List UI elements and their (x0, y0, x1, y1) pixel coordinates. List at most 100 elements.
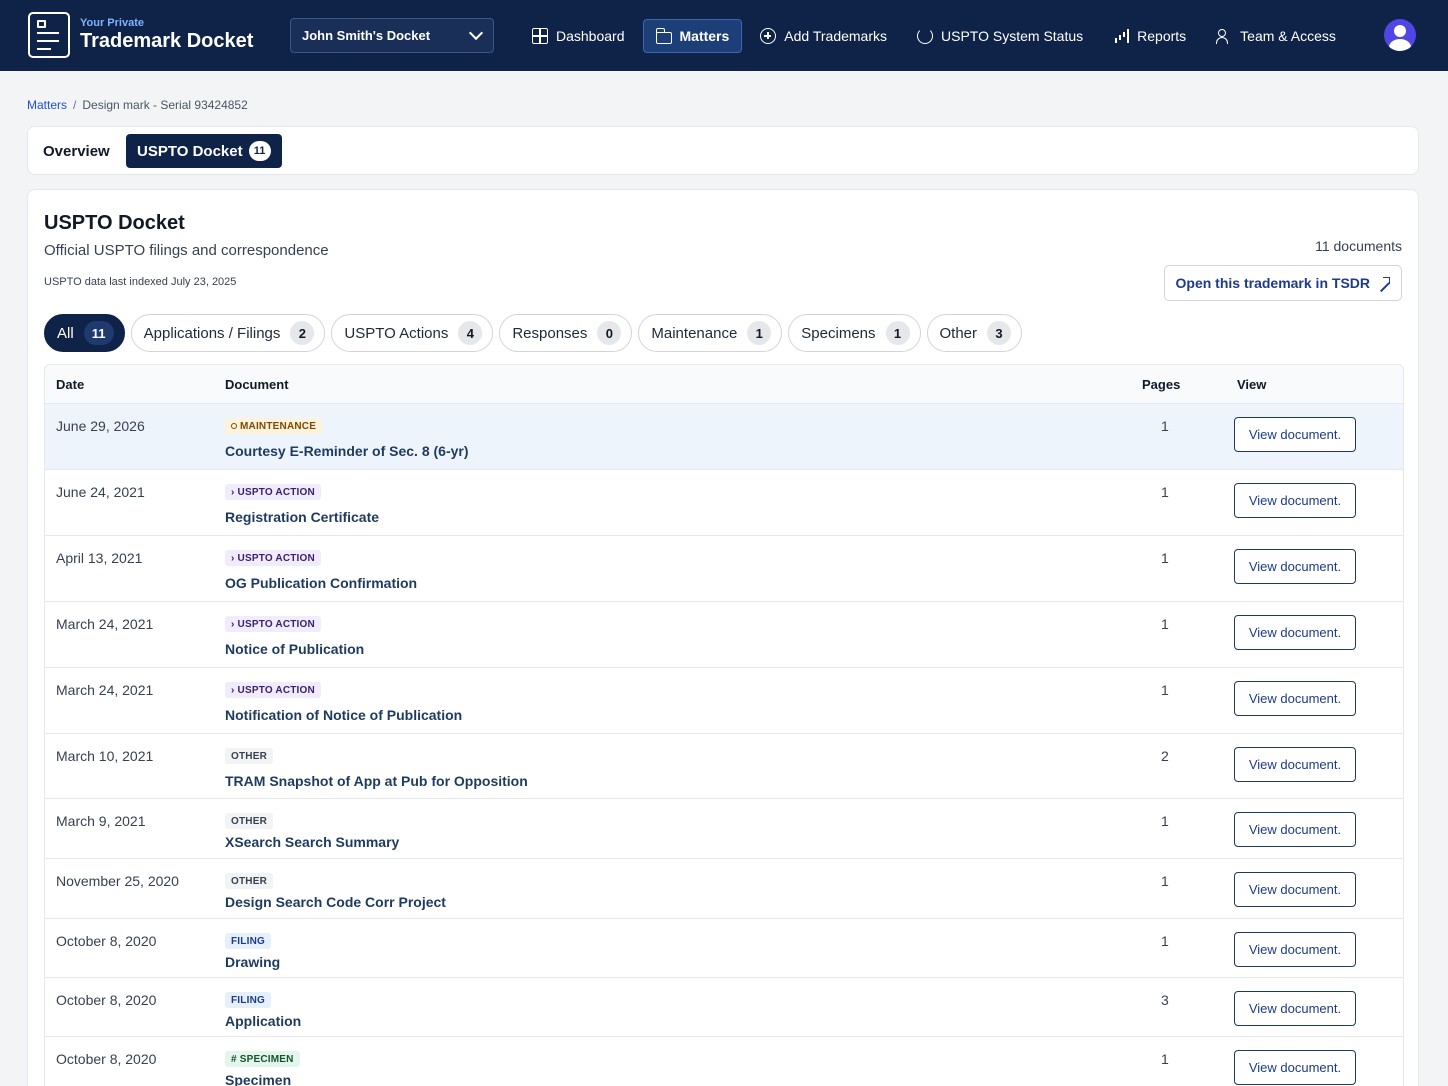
nav-matters[interactable]: Matters (642, 19, 743, 53)
docket-logo-icon (28, 12, 70, 58)
nav-add-trademarks-label: Add Trademarks (784, 28, 888, 44)
view-document-button[interactable]: View document. (1234, 872, 1356, 907)
breadcrumb: Matters / Design mark - Serial 93424852 (27, 98, 248, 112)
row-document-title: OG Publication Confirmation (225, 575, 418, 591)
filter-all[interactable]: All 11 (44, 314, 125, 352)
row-category-badge: OTHER (225, 873, 273, 889)
chevron-right-icon: › (231, 552, 235, 564)
row-category-badge: # SPECIMEN (225, 1051, 300, 1067)
brand-title: Trademark Docket (80, 30, 254, 52)
row-document-title: TRAM Snapshot of App at Pub for Oppositi… (225, 773, 528, 789)
filter-specimens[interactable]: Specimens 1 (788, 314, 921, 352)
row-category-badge: OTHER (225, 813, 273, 829)
filter-count: 4 (458, 321, 483, 345)
chevron-down-icon (468, 25, 484, 41)
view-document-button[interactable]: View document. (1234, 483, 1356, 518)
filter-maintenance[interactable]: Maintenance 1 (638, 314, 783, 352)
view-document-button[interactable]: View document. (1234, 812, 1356, 847)
breadcrumb-current: Design mark - Serial 93424852 (82, 98, 248, 112)
filter-label: Maintenance (651, 324, 738, 342)
matter-tabs: Overview USPTO Docket 11 (27, 126, 1419, 175)
filter-count: 11 (83, 321, 114, 345)
nav-add-trademarks[interactable]: Add Trademarks (748, 19, 899, 53)
nav-team-access[interactable]: Team & Access (1204, 19, 1348, 53)
docket-selector[interactable]: John Smith's Docket (290, 18, 494, 53)
nav-uspto-system-status-label: USPTO System Status (941, 28, 1084, 44)
view-document-button[interactable]: View document. (1234, 747, 1356, 782)
table-row: March 10, 2021 OTHER TRAM Snapshot of Ap… (45, 734, 1403, 799)
row-pages: 1 (1161, 550, 1169, 566)
view-document-button[interactable]: View document. (1234, 991, 1356, 1026)
filter-label: Responses (512, 324, 588, 342)
table-row: June 24, 2021 › USPTO ACTION Registration… (45, 470, 1403, 536)
filter-other[interactable]: Other 3 (926, 314, 1023, 352)
row-date: November 25, 2020 (56, 873, 179, 889)
header-document: Document (225, 377, 289, 392)
view-document-button[interactable]: View document. (1234, 615, 1356, 650)
breadcrumb-matters-link[interactable]: Matters (27, 98, 67, 112)
table-row: April 13, 2021 › USPTO ACTION OG Publicat… (45, 536, 1403, 602)
open-in-tsdr-label: Open this trademark in TSDR (1175, 275, 1370, 291)
filter-count: 2 (290, 321, 315, 345)
tab-overview[interactable]: Overview (43, 134, 110, 168)
view-document-button[interactable]: View document. (1234, 549, 1356, 584)
badge-label: USPTO ACTION (237, 684, 315, 696)
chevron-right-icon: › (231, 684, 235, 696)
filter-uspto-actions[interactable]: USPTO Actions 4 (331, 314, 494, 352)
row-pages: 1 (1161, 682, 1169, 698)
view-document-button[interactable]: View document. (1234, 932, 1356, 967)
sync-icon (917, 28, 934, 44)
document-count: 11 documents (1315, 238, 1402, 254)
table-row: October 8, 2020 FILING Application 3 Vie… (45, 978, 1403, 1037)
brand-subtitle: Your Private (80, 17, 144, 29)
uspto-docket-panel: USPTO Docket Official USPTO filings and … (27, 189, 1419, 1086)
view-document-button[interactable]: View document. (1234, 681, 1356, 716)
clock-icon (231, 423, 237, 429)
row-category-badge: FILING (225, 933, 271, 949)
row-category-badge: › USPTO ACTION (225, 484, 321, 500)
row-date: October 8, 2020 (56, 1051, 157, 1067)
row-pages: 1 (1161, 484, 1169, 500)
row-pages: 1 (1161, 933, 1169, 949)
nav-uspto-system-status[interactable]: USPTO System Status (905, 19, 1095, 53)
row-date: October 8, 2020 (56, 933, 157, 949)
row-document-title: Courtesy E-Reminder of Sec. 8 (6-yr) (225, 443, 469, 459)
docket-selector-label: John Smith's Docket (302, 28, 431, 43)
nav-dashboard[interactable]: Dashboard (520, 19, 637, 53)
open-in-tsdr-button[interactable]: Open this trademark in TSDR (1163, 265, 1402, 301)
view-document-button[interactable]: View document. (1234, 417, 1356, 452)
row-document-title: Drawing (225, 954, 281, 970)
tab-uspto-docket[interactable]: USPTO Docket 11 (126, 134, 282, 168)
user-avatar[interactable] (1384, 19, 1416, 51)
row-date: April 13, 2021 (56, 550, 143, 566)
row-pages: 1 (1161, 813, 1169, 829)
view-document-button[interactable]: View document. (1234, 1050, 1356, 1085)
row-pages: 1 (1161, 616, 1169, 632)
row-document-title: XSearch Search Summary (225, 834, 400, 850)
nav-reports-label: Reports (1137, 28, 1187, 44)
row-pages: 1 (1161, 873, 1169, 889)
filter-count: 1 (885, 321, 910, 345)
users-icon (1216, 28, 1232, 44)
brand[interactable]: Your Private Trademark Docket (28, 12, 253, 58)
row-pages: 1 (1161, 1051, 1169, 1067)
filter-responses[interactable]: Responses 0 (499, 314, 633, 352)
row-date: October 8, 2020 (56, 992, 157, 1008)
section-title: USPTO Docket (44, 212, 185, 234)
table-row: June 29, 2026 MAINTENANCE Courtesy E-Rem… (45, 404, 1403, 470)
main-nav: Dashboard Matters Add Trademarks USPTO S… (520, 19, 1348, 53)
docket-table: Date Document Pages View June 29, 2026 M… (44, 364, 1404, 1086)
row-category-badge: OTHER (225, 748, 273, 764)
chevron-right-icon: › (231, 618, 235, 630)
header-pages: Pages (1142, 377, 1181, 392)
nav-reports[interactable]: Reports (1101, 19, 1198, 53)
tab-uspto-docket-label: USPTO Docket (137, 142, 243, 160)
row-pages: 2 (1161, 748, 1169, 764)
table-row: March 24, 2021 › USPTO ACTION Notice of P… (45, 602, 1403, 668)
filter-applications-filings[interactable]: Applications / Filings 2 (130, 314, 326, 352)
row-date: March 10, 2021 (56, 748, 154, 764)
row-document-title: Specimen (225, 1072, 292, 1086)
badge-label: SPECIMEN (239, 1053, 294, 1065)
external-link-icon (1378, 277, 1390, 289)
folder-icon (655, 27, 672, 44)
